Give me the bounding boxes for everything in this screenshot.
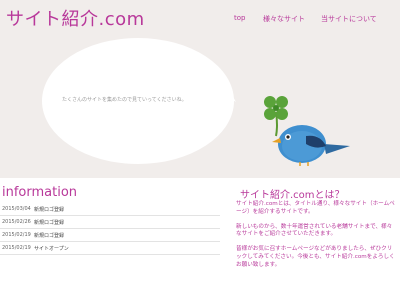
about-description: サイト紹介.comとは、タイトル通り、様々なサイト（ホームページ）を紹介するサイ… — [236, 201, 396, 277]
news-item[interactable]: 2015/03/04 新規ロゴ登録 — [0, 203, 220, 216]
nav-item-about[interactable]: 当サイトについて — [321, 14, 377, 24]
main-nav: top 様々なサイト 当サイトについて — [234, 14, 400, 28]
bird-with-clover-icon — [264, 96, 350, 166]
news-date: 2015/02/26 — [2, 219, 31, 225]
about-paragraph: 新しいものから、数十年運営されている老舗サイトまで、様々なサイトをご紹介させてい… — [236, 223, 393, 238]
news-text[interactable]: 新規ロゴ登録 — [34, 219, 64, 226]
speech-bubble-tail — [218, 86, 236, 102]
news-date: 2015/02/19 — [2, 245, 31, 251]
about-paragraph: サイト紹介.comとは、タイトル通り、様々なサイト（ホームページ）を紹介するサイ… — [236, 201, 395, 215]
about-paragraph: 皆様がお気に召すホームページなどがありましたら、ぜひクリックしてみてください。今… — [236, 246, 395, 268]
news-text[interactable]: サイトオープン — [34, 245, 69, 252]
news-item[interactable]: 2015/02/19 新規ロゴ登録 — [0, 229, 220, 242]
news-date: 2015/02/19 — [2, 232, 31, 238]
site-logo[interactable]: サイト紹介.com — [6, 5, 145, 31]
information-list: 2015/03/04 新規ロゴ登録 2015/02/26 新規ロゴ登録 2015… — [0, 203, 220, 255]
nav-item-top[interactable]: top — [234, 14, 245, 22]
news-text[interactable]: 新規ロゴ登録 — [34, 232, 64, 239]
news-date: 2015/03/04 — [2, 206, 31, 212]
bubble-message: たくさんのサイトを集めたので見ていってくださいね。 — [62, 97, 187, 103]
news-item[interactable]: 2015/02/19 サイトオープン — [0, 242, 220, 255]
news-item[interactable]: 2015/02/26 新規ロゴ登録 — [0, 216, 220, 229]
information-heading: information — [2, 185, 78, 200]
about-heading: サイト紹介.comとは？ — [240, 190, 345, 201]
news-text[interactable]: 新規ロゴ登録 — [34, 206, 64, 213]
nav-item-sites[interactable]: 様々なサイト — [263, 14, 305, 24]
